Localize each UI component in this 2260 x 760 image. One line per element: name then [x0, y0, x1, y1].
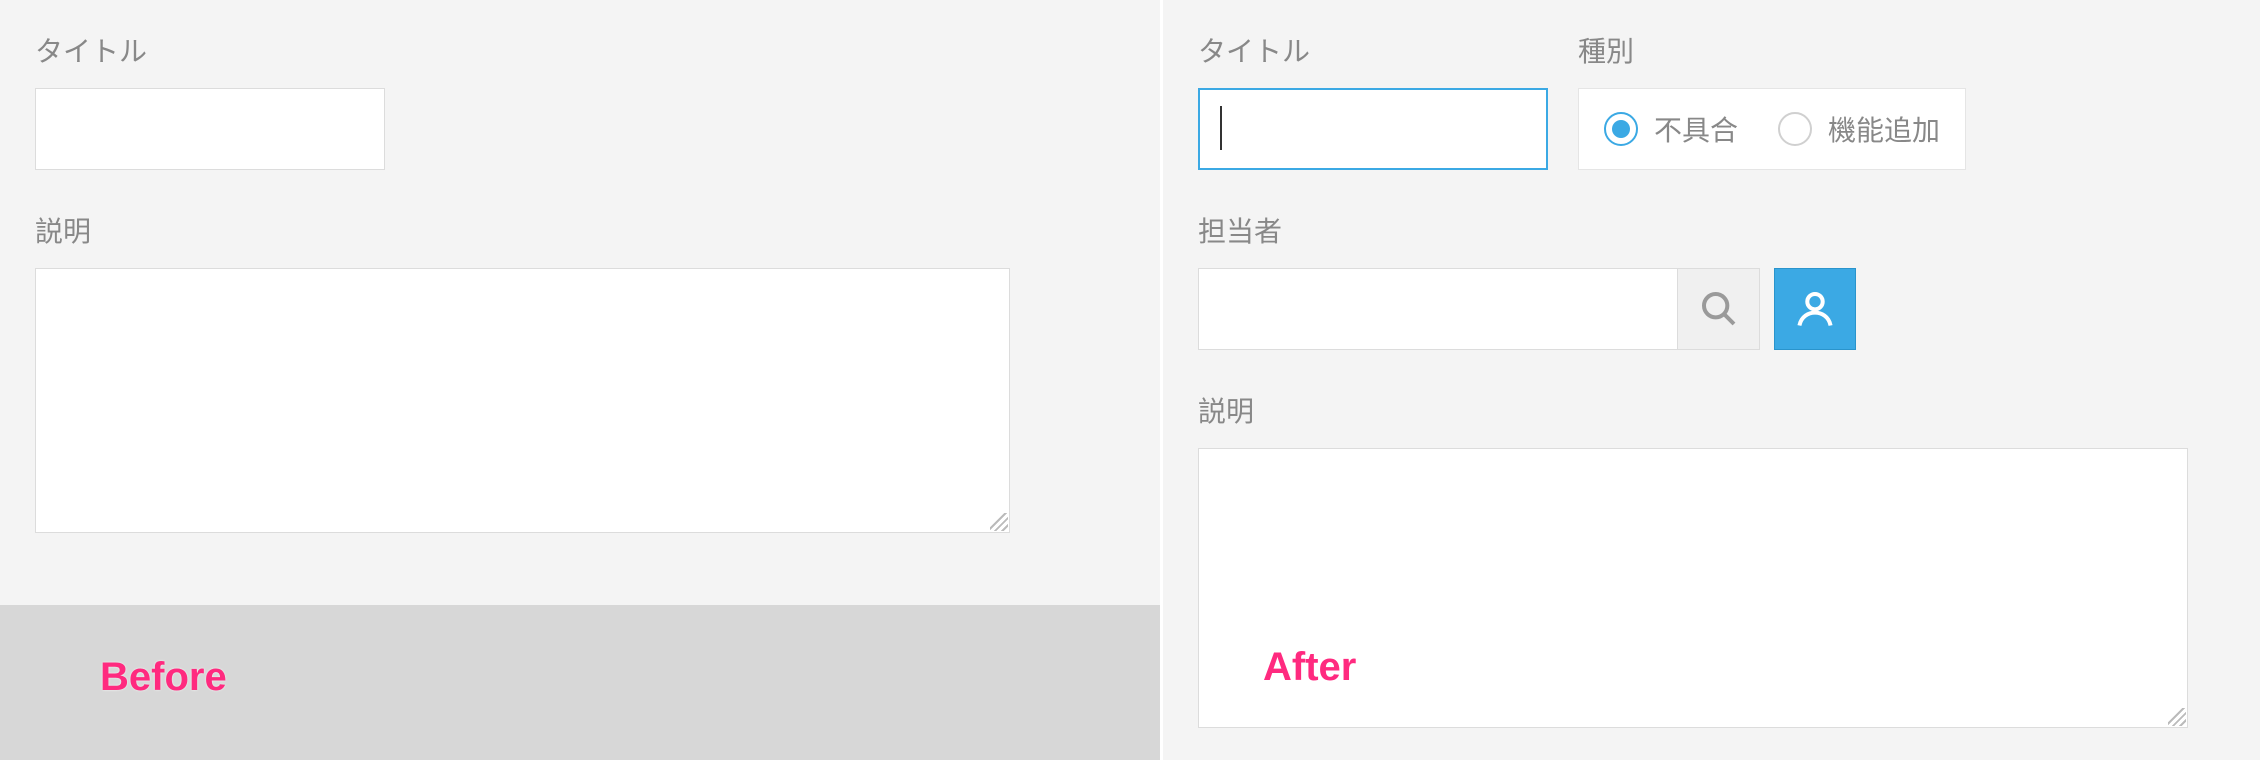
after-title-label: タイトル: [1198, 30, 1548, 70]
after-assignee-input[interactable]: [1198, 268, 1678, 350]
after-title-group: タイトル: [1198, 30, 1548, 170]
radio-label: 機能追加: [1828, 109, 1940, 149]
before-title-group: タイトル: [35, 30, 1125, 170]
radio-option-bug[interactable]: 不具合: [1604, 109, 1738, 149]
after-description-label: 説明: [1198, 390, 2225, 430]
before-pane: タイトル 説明 Before: [0, 0, 1160, 760]
person-icon: [1793, 287, 1837, 331]
before-description-textarea[interactable]: [35, 268, 1010, 533]
before-description-group: 説明: [35, 210, 1125, 533]
before-footer: [0, 605, 1160, 760]
comparison-wrap: タイトル 説明 Before タイトル 種別: [0, 0, 2260, 760]
radio-circle-icon: [1778, 112, 1812, 146]
search-icon: [1699, 289, 1739, 329]
radio-circle-icon: [1604, 112, 1638, 146]
assignee-picker-button[interactable]: [1774, 268, 1856, 350]
assignee-search-button[interactable]: [1678, 268, 1760, 350]
after-top-row: タイトル 種別 不具合 機能追加: [1198, 30, 2225, 170]
before-title-label: タイトル: [35, 30, 1125, 70]
before-title-input[interactable]: [35, 88, 385, 170]
radio-option-feature[interactable]: 機能追加: [1778, 109, 1940, 149]
after-description-group: 説明: [1198, 390, 2225, 728]
after-assignee-group: 担当者: [1198, 210, 2225, 350]
before-description-label: 説明: [35, 210, 1125, 250]
after-assignee-row: [1198, 268, 2225, 350]
radio-label: 不具合: [1654, 109, 1738, 149]
after-title-input[interactable]: [1198, 88, 1548, 170]
after-description-textarea[interactable]: [1198, 448, 2188, 728]
after-type-group: 種別 不具合 機能追加: [1578, 30, 1966, 170]
after-type-label: 種別: [1578, 30, 1966, 70]
radio-dot-icon: [1612, 120, 1630, 138]
after-type-radio-group: 不具合 機能追加: [1578, 88, 1966, 170]
after-pane: タイトル 種別 不具合 機能追加: [1160, 0, 2260, 760]
after-assignee-label: 担当者: [1198, 210, 2225, 250]
